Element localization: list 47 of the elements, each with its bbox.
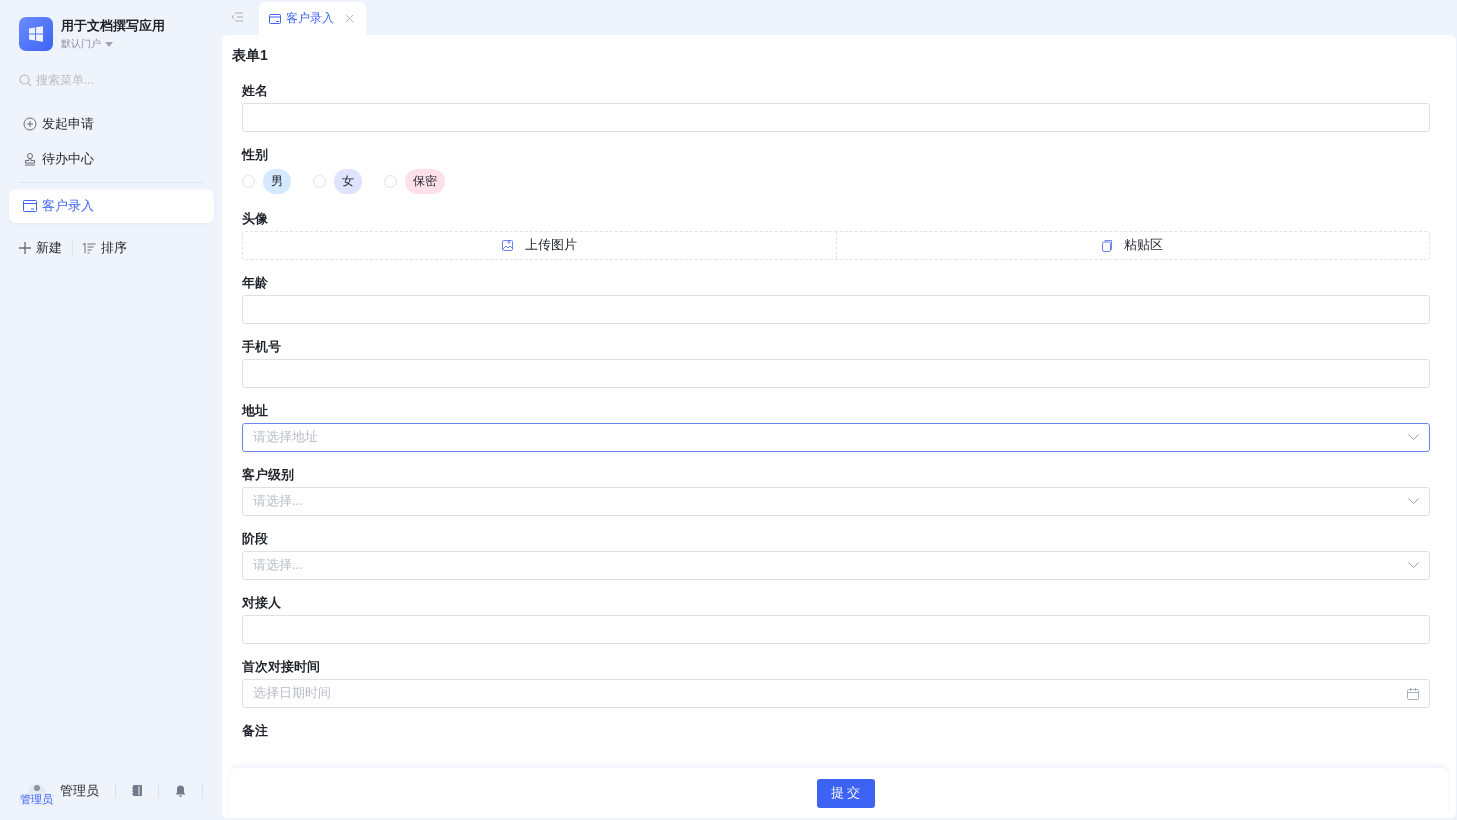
upload-image-button[interactable]: 上传图片 [243,232,836,259]
window-icon [23,200,37,212]
field-label: 年龄 [242,275,269,291]
app-title: 用于文档撰写应用 [61,17,165,35]
plus-circle-icon [23,117,37,131]
field-label: 首次对接时间 [242,659,321,675]
close-icon[interactable] [345,14,354,23]
window-icon [269,13,281,24]
role-badge: 管理员 [19,793,54,806]
collapse-icon[interactable] [231,11,243,22]
calendar-icon [1407,687,1419,700]
chevron-down-icon [1408,434,1419,441]
image-icon [501,240,513,251]
field-label: 阶段 [242,531,269,547]
chevron-down-icon [1408,498,1419,505]
submit-button[interactable]: 提 交 [816,778,875,808]
new-button[interactable]: 新建 [19,239,62,257]
input-field[interactable] [242,295,1430,324]
nav-item[interactable]: 发起申请 [9,107,214,141]
form-title: 表单1 [232,47,269,65]
clipboard-icon [1102,239,1113,252]
field-label: 头像 [242,211,269,227]
field-label: 性别 [242,147,269,163]
field-label: 客户级别 [242,467,295,483]
chevron-down-icon [1408,562,1419,569]
sort-icon [83,242,96,254]
input-field[interactable] [242,103,1430,132]
input-field[interactable] [242,615,1430,644]
input-field[interactable] [242,359,1430,388]
search-icon [19,73,32,87]
book-icon[interactable] [132,785,142,796]
paste-area-button[interactable]: 粘贴区 [835,232,1429,259]
sort-button[interactable]: 排序 [83,239,127,257]
app-logo-icon [19,17,53,51]
field-label: 姓名 [242,83,269,99]
tab[interactable]: 客户录入 [259,2,366,35]
bell-icon[interactable] [175,784,186,797]
user-name: 管理员 [60,781,99,800]
stamp-icon [23,152,37,166]
caret-icon [105,41,113,47]
field-label: 手机号 [242,339,282,355]
nav-item[interactable]: 客户录入 [9,189,214,223]
field-label: 地址 [242,403,269,419]
plus-icon [19,242,31,254]
field-label: 对接人 [242,595,282,611]
nav-item[interactable]: 待办中心 [9,142,214,176]
field-label: 备注 [242,723,269,739]
